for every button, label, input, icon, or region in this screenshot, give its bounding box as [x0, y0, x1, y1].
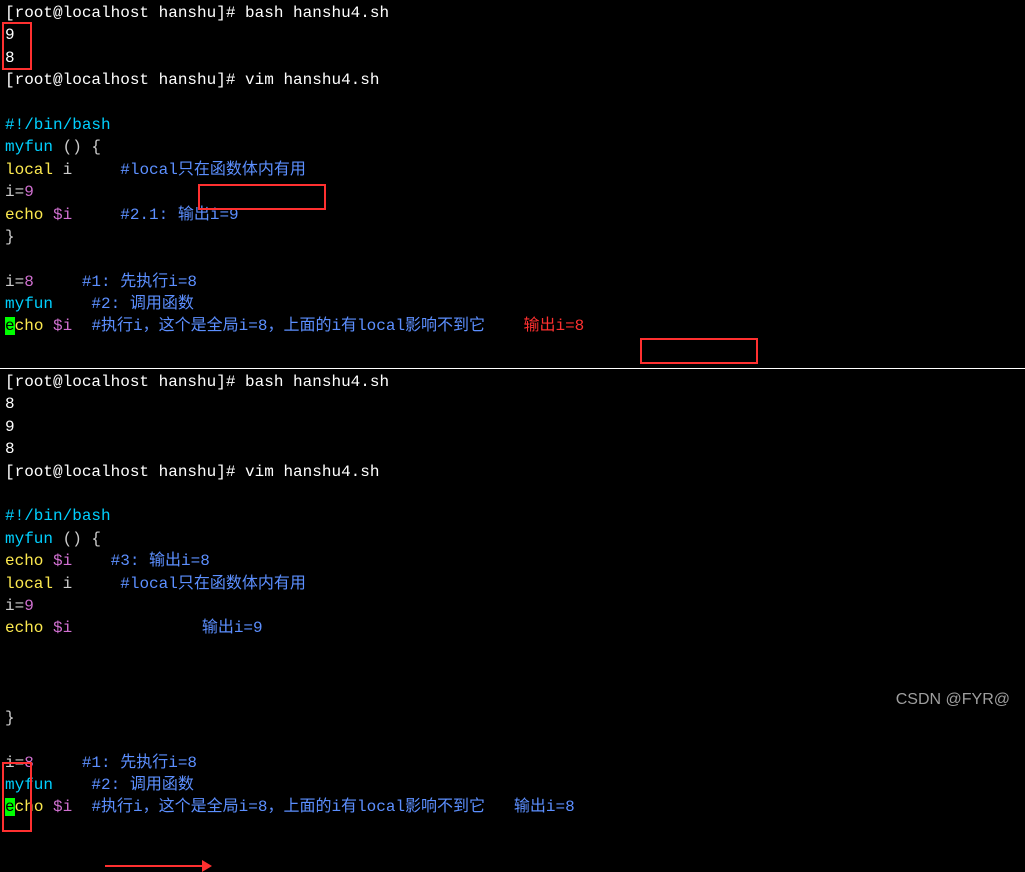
code-line: echo $i #2.1: 输出i=9: [5, 204, 1020, 226]
prompt-line: [root@localhost hanshu]# bash hanshu4.sh: [5, 2, 1020, 24]
output-line: 8: [5, 393, 1020, 415]
arrow-head-icon: [202, 860, 212, 872]
code-line: echo $i #3: 输出i=8: [5, 550, 1020, 572]
code-line: i=9: [5, 181, 1020, 203]
code-line: i=8 #1: 先执行i=8: [5, 271, 1020, 293]
code-line: myfun #2: 调用函数: [5, 774, 1020, 796]
terminal-top[interactable]: [root@localhost hanshu]# bash hanshu4.sh…: [0, 0, 1025, 340]
code-line: echo $i 输出i=9: [5, 617, 1020, 707]
prompt-line: [root@localhost hanshu]# vim hanshu4.sh: [5, 69, 1020, 91]
prompt-line: [root@localhost hanshu]# bash hanshu4.sh: [5, 371, 1020, 393]
code-line: i=8 #1: 先执行i=8: [5, 752, 1020, 774]
annotation-arrow: [105, 865, 205, 867]
terminal-bottom[interactable]: [root@localhost hanshu]# bash hanshu4.sh…: [0, 369, 1025, 821]
code-line: echo $i #执行i，这个是全局i=8，上面的i有local影响不到它 输出…: [5, 796, 1020, 818]
annotation-label: 输出i=8: [485, 317, 584, 335]
cursor-position: e: [5, 317, 15, 335]
code-line: }: [5, 707, 1020, 729]
output-line: 9: [5, 24, 1020, 46]
shebang: #!/bin/bash: [5, 505, 1020, 527]
output-line: 8: [5, 438, 1020, 460]
watermark: CSDN @FYR@: [896, 689, 1010, 711]
code-line: local i #local只在函数体内有用: [5, 159, 1020, 181]
output-line: 9: [5, 416, 1020, 438]
command: vim hanshu4.sh: [245, 71, 379, 89]
prompt-line: [root@localhost hanshu]# vim hanshu4.sh: [5, 461, 1020, 483]
command: bash hanshu4.sh: [245, 373, 389, 391]
code-line: myfun () {: [5, 528, 1020, 550]
annotation-label: 输出i=9: [202, 619, 263, 637]
code-line: myfun #2: 调用函数: [5, 293, 1020, 315]
command: vim hanshu4.sh: [245, 463, 379, 481]
command: bash hanshu4.sh: [245, 4, 389, 22]
prompt: [root@localhost hanshu]#: [5, 71, 245, 89]
code-line: local i #local只在函数体内有用: [5, 573, 1020, 595]
cursor-position: e: [5, 798, 15, 816]
prompt: [root@localhost hanshu]#: [5, 373, 245, 391]
code-line: i=9: [5, 595, 1020, 617]
code-line: }: [5, 226, 1020, 248]
code-line: echo $i #执行i，这个是全局i=8，上面的i有local影响不到它 输出…: [5, 315, 1020, 337]
output-line: 8: [5, 47, 1020, 69]
code-line: myfun () {: [5, 136, 1020, 158]
prompt: [root@localhost hanshu]#: [5, 4, 245, 22]
annotation-box: [640, 338, 758, 364]
shebang: #!/bin/bash: [5, 114, 1020, 136]
prompt: [root@localhost hanshu]#: [5, 463, 245, 481]
